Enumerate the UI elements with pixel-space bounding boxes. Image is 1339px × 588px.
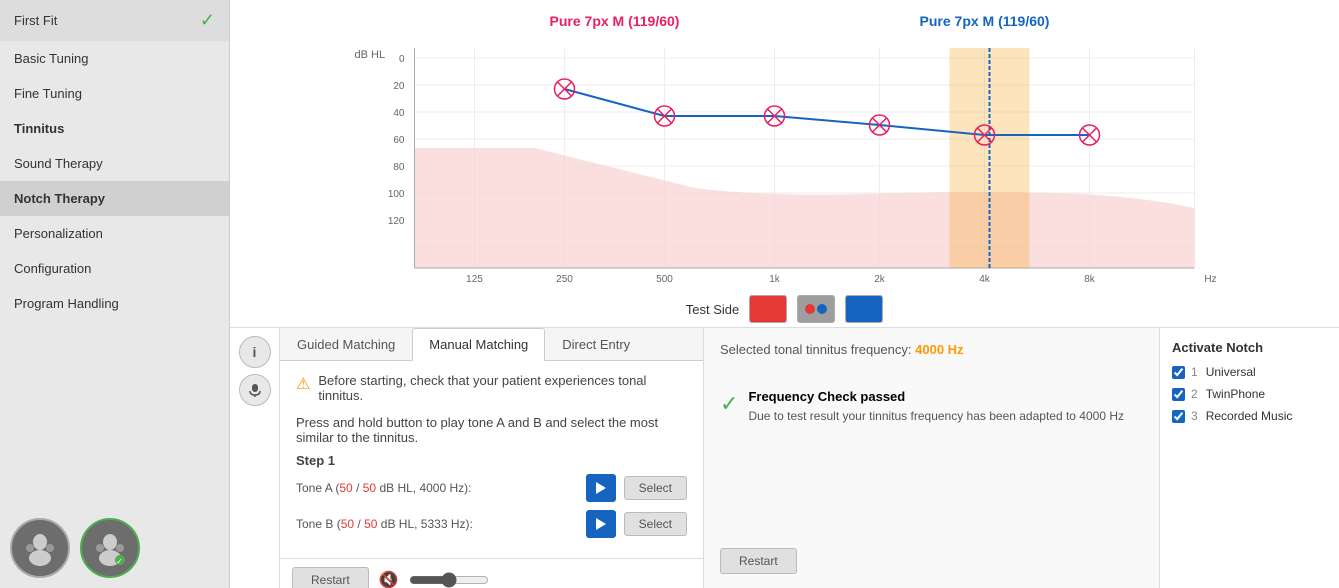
main-content: Pure 7px M (119/60) Pure 7px M (119/60) … — [230, 0, 1339, 588]
test-side-blue-button[interactable] — [845, 295, 883, 323]
test-side-red-button[interactable] — [749, 295, 787, 323]
svg-text:2k: 2k — [874, 274, 886, 285]
volume-slider[interactable] — [409, 572, 489, 588]
sidebar: First Fit ✓ Basic Tuning Fine Tuning Tin… — [0, 0, 230, 588]
bottom-panel: i Guided Matching Manual Matching Direct… — [230, 327, 1339, 588]
freq-value: 4000 Hz — [915, 342, 963, 357]
test-side-both-button[interactable] — [797, 295, 835, 323]
tone-a-row: Tone A (50 / 50 dB HL, 4000 Hz): Select — [296, 474, 687, 502]
notch-2-label: TwinPhone — [1206, 387, 1265, 401]
notch-2-num: 2 — [1191, 387, 1198, 401]
guided-restart-button[interactable]: Restart — [292, 567, 369, 588]
audiogram-chart: Pure 7px M (119/60) Pure 7px M (119/60) … — [250, 8, 1319, 288]
notch-3-checkbox[interactable] — [1172, 410, 1185, 423]
notch-1-label: Universal — [1206, 365, 1256, 379]
freq-restart-button[interactable]: Restart — [720, 548, 797, 574]
check-icon: ✓ — [200, 10, 215, 31]
sidebar-item-personalization[interactable]: Personalization — [0, 216, 229, 251]
tone-a-play-button[interactable] — [586, 474, 616, 502]
svg-text:125: 125 — [466, 274, 483, 285]
tab-manual-matching[interactable]: Manual Matching — [412, 328, 545, 361]
step-label: Step 1 — [296, 453, 687, 468]
sidebar-label: Basic Tuning — [14, 51, 88, 66]
notch-3-label: Recorded Music — [1206, 409, 1293, 423]
notch-3-num: 3 — [1191, 409, 1198, 423]
svg-text:250: 250 — [556, 274, 573, 285]
check-title: Frequency Check passed — [748, 389, 1124, 404]
sidebar-label: Notch Therapy — [14, 191, 105, 206]
sidebar-item-configuration[interactable]: Configuration — [0, 251, 229, 286]
warning-icon: ⚠ — [296, 374, 310, 394]
tone-b-row: Tone B (50 / 50 dB HL, 5333 Hz): Select — [296, 510, 687, 538]
svg-text:500: 500 — [656, 274, 673, 285]
chart-area: Pure 7px M (119/60) Pure 7px M (119/60) … — [230, 0, 1339, 327]
svg-text:20: 20 — [393, 81, 405, 92]
check-pass-icon: ✓ — [720, 391, 738, 417]
svg-text:1k: 1k — [769, 274, 781, 285]
notch-item-2: 2 TwinPhone — [1172, 387, 1327, 401]
notch-item-1: 1 Universal — [1172, 365, 1327, 379]
sidebar-bottom: ✓ — [0, 508, 229, 588]
tab-guided-matching[interactable]: Guided Matching — [280, 328, 412, 361]
sidebar-label: Personalization — [14, 226, 103, 241]
info-button[interactable]: i — [239, 336, 271, 368]
svg-text:120: 120 — [388, 216, 405, 227]
notch-item-3: 3 Recorded Music — [1172, 409, 1327, 423]
activate-notch-panel: Activate Notch 1 Universal 2 TwinPhone 3… — [1159, 328, 1339, 588]
warning-text: Before starting, check that your patient… — [318, 373, 687, 403]
left-device-label: Pure 7px M (119/60) — [550, 13, 680, 29]
sidebar-item-notch-therapy[interactable]: Notch Therapy — [0, 181, 229, 216]
info-icons-column: i — [230, 328, 280, 588]
svg-text:4k: 4k — [979, 274, 991, 285]
svg-text:✓: ✓ — [116, 557, 123, 566]
guided-content-area: ⚠ Before starting, check that your patie… — [280, 361, 703, 558]
activate-notch-title: Activate Notch — [1172, 340, 1327, 355]
mic-button[interactable] — [239, 374, 271, 406]
svg-text:80: 80 — [393, 162, 405, 173]
avatar-right: ✓ — [80, 518, 140, 578]
sidebar-label: Fine Tuning — [14, 86, 82, 101]
sidebar-item-sound-therapy[interactable]: Sound Therapy — [0, 146, 229, 181]
y-axis-label: dB HL — [355, 49, 386, 61]
freq-check-row: ✓ Frequency Check passed Due to test res… — [720, 389, 1143, 425]
instruction-text: Press and hold button to play tone A and… — [296, 415, 687, 445]
guided-bottom-bar: Restart 🔇 — [280, 558, 703, 588]
freq-header: Selected tonal tinnitus frequency: 4000 … — [720, 342, 1143, 357]
sidebar-item-program-handling[interactable]: Program Handling — [0, 286, 229, 321]
sidebar-item-first-fit[interactable]: First Fit ✓ — [0, 0, 229, 41]
test-side-label: Test Side — [686, 302, 739, 317]
right-device-label: Pure 7px M (119/60) — [920, 13, 1050, 29]
notch-1-num: 1 — [1191, 365, 1198, 379]
svg-text:40: 40 — [393, 108, 405, 119]
check-desc: Due to test result your tinnitus frequen… — [748, 408, 1124, 425]
guided-panel: Guided Matching Manual Matching Direct E… — [280, 328, 704, 588]
svg-text:60: 60 — [393, 135, 405, 146]
tab-direct-entry[interactable]: Direct Entry — [545, 328, 647, 361]
notch-1-checkbox[interactable] — [1172, 366, 1185, 379]
sidebar-label: Program Handling — [14, 296, 119, 311]
freq-header-label: Selected tonal tinnitus frequency: — [720, 342, 912, 357]
svg-text:8k: 8k — [1084, 274, 1096, 285]
frequency-panel: Selected tonal tinnitus frequency: 4000 … — [704, 328, 1159, 588]
sidebar-label: First Fit — [14, 13, 57, 28]
test-side-row: Test Side — [250, 291, 1319, 327]
svg-text:100: 100 — [388, 189, 405, 200]
sidebar-label: Sound Therapy — [14, 156, 103, 171]
svg-text:Hz: Hz — [1204, 274, 1216, 285]
sidebar-label: Configuration — [14, 261, 91, 276]
tabs-bar: Guided Matching Manual Matching Direct E… — [280, 328, 703, 361]
tone-b-label: Tone B (50 / 50 dB HL, 5333 Hz): — [296, 517, 578, 531]
sidebar-label: Tinnitus — [14, 121, 64, 136]
sidebar-item-basic-tuning[interactable]: Basic Tuning — [0, 41, 229, 76]
svg-text:0: 0 — [399, 54, 405, 65]
avatar-left — [10, 518, 70, 578]
tone-b-select-button[interactable]: Select — [624, 512, 687, 536]
tone-a-select-button[interactable]: Select — [624, 476, 687, 500]
volume-icon: 🔇 — [379, 570, 399, 588]
sidebar-item-fine-tuning[interactable]: Fine Tuning — [0, 76, 229, 111]
notch-2-checkbox[interactable] — [1172, 388, 1185, 401]
tone-b-play-button[interactable] — [586, 510, 616, 538]
tone-a-label: Tone A (50 / 50 dB HL, 4000 Hz): — [296, 481, 578, 495]
sidebar-item-tinnitus[interactable]: Tinnitus — [0, 111, 229, 146]
